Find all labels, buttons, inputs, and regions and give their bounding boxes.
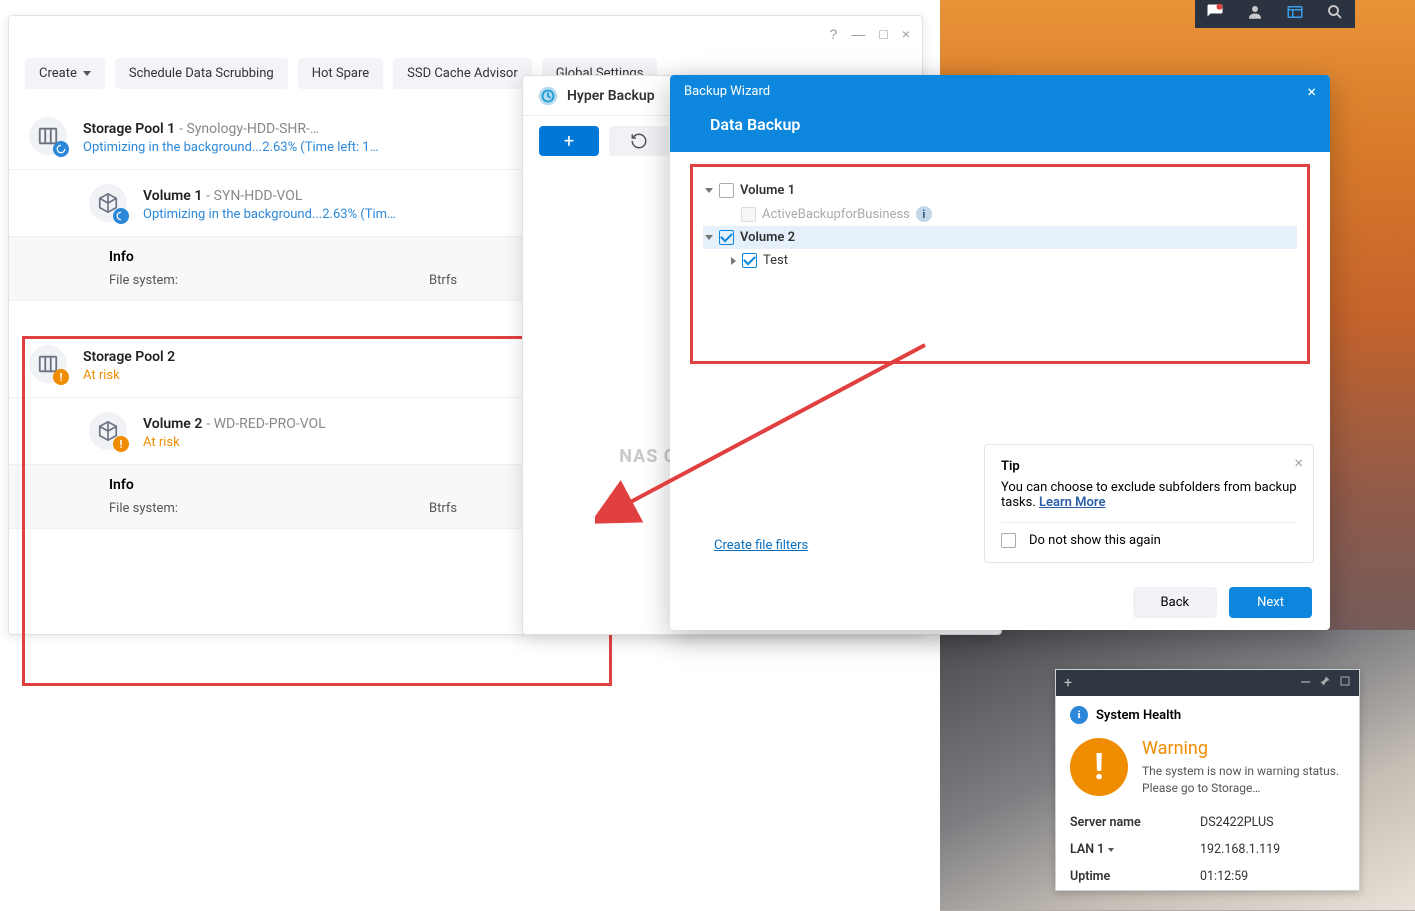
wizard-titlebar: Backup Wizard × [670, 75, 1330, 107]
warning-text: The system is now in warning status. Ple… [1142, 763, 1345, 797]
tip-body: You can choose to exclude subfolders fro… [1001, 480, 1297, 510]
search-icon[interactable] [1326, 3, 1344, 25]
close-icon[interactable]: × [1307, 82, 1316, 101]
widget-header: i System Health [1056, 696, 1359, 734]
warning-icon: ! [1070, 738, 1128, 796]
checkbox-checked[interactable] [719, 230, 734, 245]
add-task-button[interactable]: + [539, 126, 599, 156]
tree-label: Volume 1 [740, 183, 795, 198]
info-icon: i [1070, 706, 1088, 724]
close-icon[interactable]: × [902, 26, 910, 42]
do-not-show-label: Do not show this again [1029, 533, 1161, 548]
volume-icon [89, 184, 127, 222]
create-file-filters-link[interactable]: Create file filters [714, 538, 808, 553]
hyper-backup-icon [537, 85, 559, 107]
expand-icon[interactable] [731, 257, 736, 265]
wizard-footer: Back Next [670, 575, 1330, 630]
widget-title: System Health [1096, 708, 1181, 723]
warning-badge-icon: ! [53, 369, 69, 385]
filesystem-value: Btrfs [429, 273, 457, 288]
pool-status: At risk [83, 368, 423, 383]
storage-pool-icon [29, 117, 67, 155]
tree-item-test[interactable]: Test [703, 249, 1297, 272]
uptime-value: 01:12:59 [1200, 869, 1248, 884]
volume-status: Optimizing in the background...2.63% (Ti… [143, 207, 483, 222]
hot-spare-button[interactable]: Hot Spare [298, 58, 383, 89]
expand-icon[interactable] [1339, 675, 1351, 691]
chevron-down-icon [1108, 848, 1114, 852]
volume-desc: - SYN-HDD-VOL [206, 188, 302, 204]
lan-value: 192.168.1.119 [1200, 842, 1280, 857]
tip-panel: × Tip You can choose to exclude subfolde… [984, 444, 1314, 563]
wizard-body: Volume 1 ActiveBackupforBusiness i Volum… [670, 152, 1330, 575]
pool-name: Storage Pool 2 [83, 349, 175, 365]
dashboard-icon[interactable] [1286, 3, 1304, 25]
window-titlebar: ? — □ × [9, 16, 922, 52]
volume-name: Volume 2 [143, 416, 202, 432]
filesystem-label: File system: [109, 273, 429, 288]
filesystem-label: File system: [109, 501, 429, 516]
user-icon[interactable] [1246, 3, 1264, 25]
add-widget-icon[interactable]: + [1064, 675, 1072, 691]
server-name-value: DS2422PLUS [1200, 815, 1274, 830]
expand-icon[interactable] [705, 235, 713, 240]
tree-item-volume-1[interactable]: Volume 1 [703, 179, 1297, 202]
uptime-row: Uptime01:12:59 [1056, 863, 1359, 890]
warning-badge-icon: ! [113, 436, 129, 452]
backup-wizard-modal: Backup Wizard × Data Backup Volume 1 Act… [670, 75, 1330, 630]
volume-desc: - WD-RED-PRO-VOL [206, 416, 325, 432]
volume-icon: ! [89, 412, 127, 450]
pool-desc: - Synology-HDD-SHR-… [179, 121, 319, 137]
server-name-row: Server nameDS2422PLUS [1056, 809, 1359, 836]
checkbox[interactable] [1001, 533, 1016, 548]
tip-close-icon[interactable]: × [1294, 453, 1303, 472]
restore-button[interactable] [609, 126, 669, 156]
sync-badge-icon [113, 208, 129, 224]
ssd-cache-button[interactable]: SSD Cache Advisor [393, 58, 532, 89]
tree-label: Volume 2 [740, 230, 795, 245]
filesystem-value: Btrfs [429, 501, 457, 516]
help-icon[interactable]: ? [830, 26, 838, 42]
wizard-subtitle: Data Backup [670, 107, 1330, 152]
checkbox-disabled [741, 207, 756, 222]
pool-status: Optimizing in the background...2.63% (Ti… [83, 140, 423, 155]
sync-badge-icon [53, 141, 69, 157]
chevron-down-icon [83, 71, 91, 76]
warning-section: ! Warning The system is now in warning s… [1056, 734, 1359, 809]
pin-icon[interactable] [1319, 675, 1331, 691]
learn-more-link[interactable]: Learn More [1039, 495, 1105, 510]
minimize-icon[interactable]: — [851, 26, 865, 42]
schedule-scrubbing-button[interactable]: Schedule Data Scrubbing [115, 58, 288, 89]
lan-row[interactable]: LAN 1192.168.1.119 [1056, 836, 1359, 863]
expand-icon[interactable] [705, 188, 713, 193]
system-health-widget: + — i System Health ! Warning The system… [1055, 669, 1360, 891]
folder-tree: Volume 1 ActiveBackupforBusiness i Volum… [690, 164, 1310, 364]
tree-label: ActiveBackupforBusiness [762, 207, 910, 222]
volume-status: At risk [143, 435, 483, 450]
hyper-backup-title: Hyper Backup [567, 88, 655, 104]
tip-title: Tip [1001, 459, 1297, 474]
tree-item-volume-2[interactable]: Volume 2 [703, 226, 1297, 249]
tree-item-abb[interactable]: ActiveBackupforBusiness i [703, 202, 1297, 226]
checkbox-checked[interactable] [742, 253, 757, 268]
maximize-icon[interactable]: □ [879, 26, 887, 42]
notification-icon[interactable] [1206, 3, 1224, 25]
minimize-icon[interactable]: — [1300, 675, 1311, 691]
tree-label: Test [763, 253, 788, 268]
next-button[interactable]: Next [1229, 587, 1312, 618]
pool-name: Storage Pool 1 [83, 121, 175, 137]
volume-name: Volume 1 [143, 188, 202, 204]
wizard-title: Backup Wizard [684, 84, 770, 99]
create-button[interactable]: Create [25, 58, 105, 89]
system-tray [1195, 0, 1355, 28]
info-icon[interactable]: i [916, 206, 932, 222]
widget-titlebar: + — [1056, 670, 1359, 696]
storage-pool-icon: ! [29, 345, 67, 383]
back-button[interactable]: Back [1133, 587, 1218, 618]
checkbox[interactable] [719, 183, 734, 198]
warning-title: Warning [1142, 738, 1345, 759]
